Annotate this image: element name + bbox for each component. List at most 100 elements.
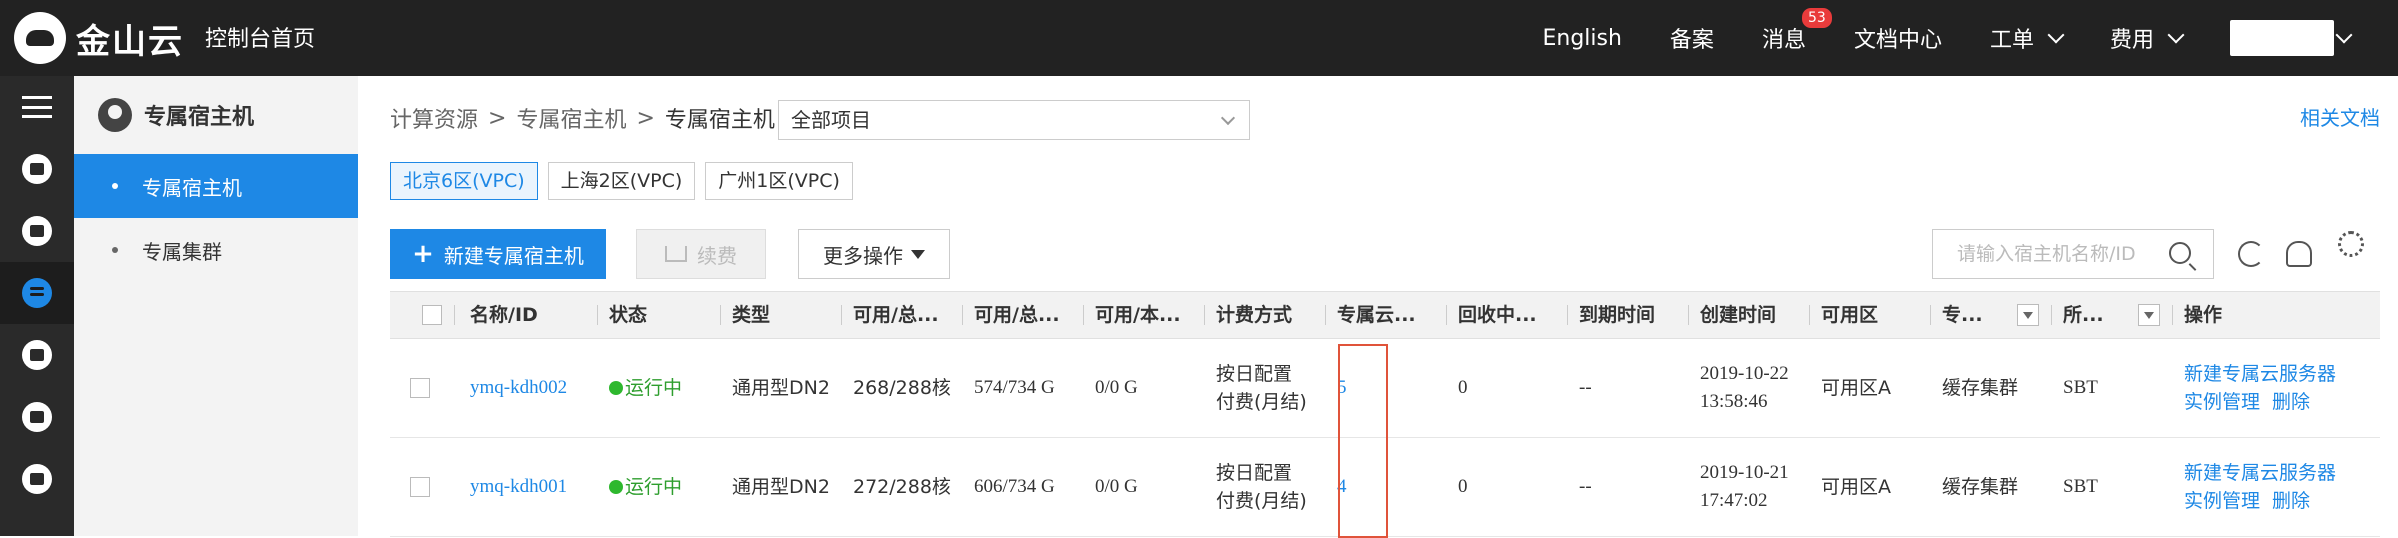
host-name-link[interactable]: ymq-kdh002 [454,374,597,402]
renew-button[interactable]: 续费 [636,229,766,279]
nav-billing-label: 费用 [2109,28,2154,53]
col-project-label: 所... [2063,304,2104,326]
col-zone[interactable]: 可用区 [1809,291,1930,339]
user-menu[interactable] [2230,20,2353,56]
running-dot-icon [609,381,623,395]
filter-icon[interactable] [2017,304,2039,326]
row-select-cell [390,477,454,497]
type-cell: 通用型DN2 [732,476,830,498]
cloud-logo-icon [14,12,66,64]
chevron-down-icon [2047,26,2065,44]
server-icon [22,278,52,308]
region-tab-beijing6[interactable]: 北京6区(VPC) [390,162,538,200]
rail-menu-toggle[interactable] [0,76,74,138]
rail-item-device[interactable] [0,324,74,386]
chevron-down-icon [2167,26,2185,44]
ops-cell: 新建专属云服务器 实例管理 删除 [2172,459,2338,515]
search-icon[interactable] [2169,242,2191,264]
col-cpu[interactable]: 可用/总... [841,291,962,339]
more-actions-button[interactable]: 更多操作 [798,229,950,279]
id-card-icon [22,464,52,494]
created-cell: 2019-10-21 17:47:02 [1688,459,1809,515]
download-icon[interactable] [2286,241,2312,267]
col-name[interactable]: 名称/ID [454,291,597,339]
col-ops: 操作 [2172,291,2338,339]
refresh-icon[interactable] [2238,241,2264,267]
row-select-cell [390,378,454,398]
rail-item-cloud[interactable] [0,200,74,262]
rail-item-store[interactable] [0,138,74,200]
rail-item-compute[interactable] [0,262,74,324]
hamburger-icon [22,96,52,118]
breadcrumb-sep: > [488,105,507,131]
create-host-button[interactable]: + 新建专属宿主机 [390,229,606,279]
manage-instances-link[interactable]: 实例管理 [2184,490,2260,512]
row-checkbox[interactable] [410,477,430,497]
rail-item-id[interactable] [0,448,74,510]
manage-instances-link[interactable]: 实例管理 [2184,391,2260,413]
select-all-checkbox[interactable] [422,305,442,325]
console-home-link[interactable]: 控制台首页 [205,21,315,53]
search-input[interactable]: 请输入宿主机名称/ID [1932,229,2214,279]
nav-billing[interactable]: 费用 [2109,22,2185,54]
toolbar: + 新建专属宿主机 续费 更多操作 请输入宿主机名称/ID [390,229,2380,279]
row-checkbox[interactable] [410,378,430,398]
col-type[interactable]: 类型 [720,291,841,339]
col-project[interactable]: 所... [2051,291,2172,339]
region-tabs: 北京6区(VPC) 上海2区(VPC) 广州1区(VPC) [390,162,863,200]
col-cluster[interactable]: 专... [1930,291,2051,339]
host-name-link[interactable]: ymq-kdh001 [454,473,597,501]
cpu-cell: 268/288核 [853,377,951,399]
chevron-down-icon [2335,26,2353,44]
type-cell: 通用型DN2 [732,377,830,399]
col-expire[interactable]: 到期时间 [1567,291,1688,339]
related-docs-link[interactable]: 相关文档 [2300,102,2380,131]
create-server-link[interactable]: 新建专属云服务器 [2184,360,2338,388]
col-billing[interactable]: 计费方式 [1204,291,1325,339]
project-cell: SBT [2063,476,2098,497]
col-disk[interactable]: 可用/本... [1083,291,1204,339]
submenu-item-label: 专属集群 [142,239,222,264]
disk-cell: 0/0 G [1095,377,1138,398]
breadcrumb-level1[interactable]: 计算资源 [390,102,478,134]
recycling-cell: 0 [1458,377,1468,398]
breadcrumb: 计算资源 > 专属宿主机 > 专属宿主机 [390,102,775,134]
col-created[interactable]: 创建时间 [1688,291,1809,339]
nav-beian[interactable]: 备案 [1670,22,1714,54]
billing-line-1: 按日配置 [1216,363,1293,385]
gear-icon[interactable] [2338,231,2364,257]
submenu-item-dedicated-host[interactable]: 专属宿主机 [74,154,358,218]
user-name-box [2230,20,2334,56]
delete-link[interactable]: 删除 [2272,490,2310,512]
nav-tickets[interactable]: 工单 [1990,22,2065,54]
col-servers[interactable]: 专属云... [1325,291,1446,339]
chevron-down-icon [1220,110,1236,126]
mem-cell: 574/734 G [974,377,1055,398]
col-recycling[interactable]: 回收中... [1446,291,1567,339]
nav-docs[interactable]: 文档中心 [1854,22,1942,54]
region-tab-shanghai2[interactable]: 上海2区(VPC) [547,162,696,200]
cloud-icon [22,216,52,246]
delete-link[interactable]: 删除 [2272,391,2310,413]
region-tab-guangzhou1[interactable]: 广州1区(VPC) [705,162,853,200]
bullet-icon [112,183,118,189]
col-mem[interactable]: 可用/总... [962,291,1083,339]
submenu-item-dedicated-cluster[interactable]: 专属集群 [74,218,358,282]
filter-icon[interactable] [2138,304,2160,326]
create-server-link[interactable]: 新建专属云服务器 [2184,459,2338,487]
project-select[interactable]: 全部项目 [778,100,1250,140]
col-status[interactable]: 状态 [597,291,720,339]
bullet-icon [112,247,118,253]
logo[interactable]: 金山云 [14,12,184,64]
project-cell: SBT [2063,377,2098,398]
select-all-cell [390,291,454,339]
nav-messages[interactable]: 消息 53 [1762,8,1832,54]
submenu: 专属宿主机 专属宿主机 专属集群 [74,76,358,536]
ops-line-2: 实例管理 删除 [2184,487,2338,515]
breadcrumb-level2[interactable]: 专属宿主机 [516,102,626,134]
nav-english[interactable]: English [1542,26,1621,51]
breadcrumb-current: 专属宿主机 [664,108,775,133]
rail-item-layers[interactable] [0,386,74,448]
project-select-value: 全部项目 [791,108,871,132]
status-badge: 运行中 [609,374,720,402]
